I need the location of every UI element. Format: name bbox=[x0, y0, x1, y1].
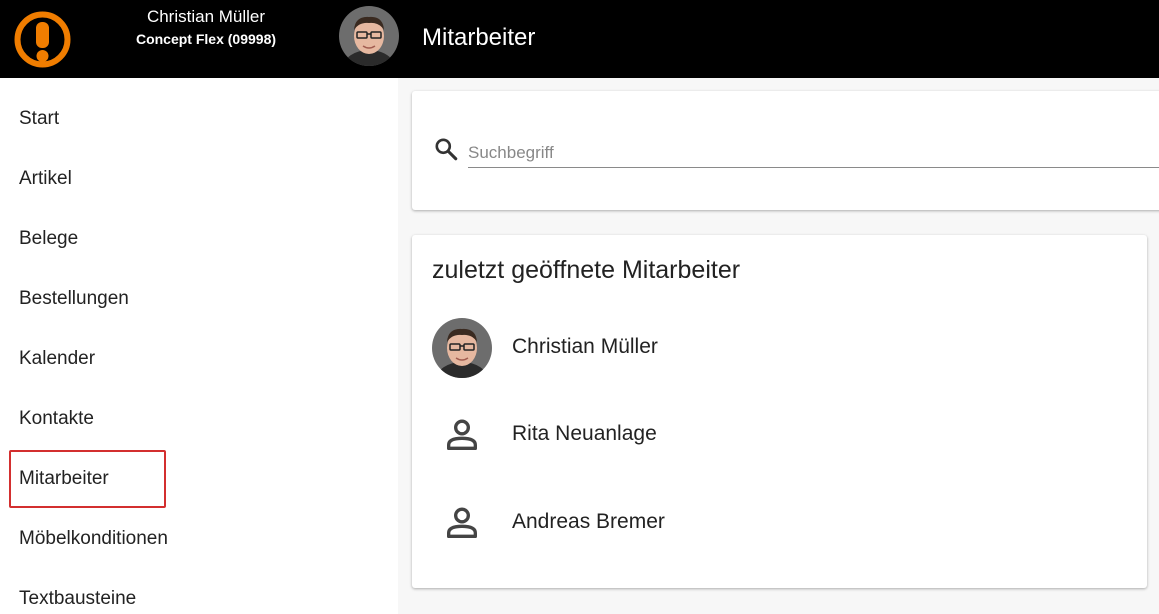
sidebar-item-mitarbeiter[interactable]: Mitarbeiter bbox=[19, 468, 109, 490]
avatar bbox=[432, 318, 492, 378]
search-icon bbox=[435, 138, 458, 161]
sidebar-item-kalender[interactable]: Kalender bbox=[19, 348, 95, 370]
employee-name: Christian Müller bbox=[512, 335, 658, 358]
app-header: Christian Müller Concept Flex (09998) Mi… bbox=[0, 0, 1159, 78]
user-company: Concept Flex (09998) bbox=[135, 31, 277, 47]
employee-name: Andreas Bremer bbox=[512, 510, 665, 533]
sidebar-nav: Start Artikel Belege Bestellungen Kalend… bbox=[0, 78, 398, 614]
list-item[interactable]: Rita Neuanlage bbox=[412, 395, 1147, 475]
sidebar-item-belege[interactable]: Belege bbox=[19, 228, 78, 250]
avatar[interactable] bbox=[339, 6, 399, 66]
sidebar-item-bestellungen[interactable]: Bestellungen bbox=[19, 288, 129, 310]
sidebar-item-artikel[interactable]: Artikel bbox=[19, 168, 72, 190]
person-icon bbox=[447, 507, 477, 538]
recent-title: zuletzt geöffnete Mitarbeiter bbox=[432, 256, 741, 284]
sidebar-item-start[interactable]: Start bbox=[19, 108, 59, 130]
sidebar-item-kontakte[interactable]: Kontakte bbox=[19, 408, 94, 430]
user-name: Christian Müller bbox=[146, 7, 266, 26]
search-card bbox=[412, 91, 1159, 210]
list-item[interactable]: Andreas Bremer bbox=[412, 483, 1147, 563]
employee-name: Rita Neuanlage bbox=[512, 422, 657, 445]
person-icon bbox=[447, 419, 477, 450]
page-title: Mitarbeiter bbox=[422, 24, 536, 51]
recent-employees-card: zuletzt geöffnete Mitarbeiter Christian … bbox=[412, 235, 1147, 588]
search-input[interactable] bbox=[468, 139, 1159, 168]
sidebar-item-moebelkonditionen[interactable]: Möbelkonditionen bbox=[19, 528, 168, 550]
sidebar-item-textbausteine[interactable]: Textbausteine bbox=[19, 588, 136, 610]
alert-logo-icon[interactable] bbox=[14, 11, 71, 68]
list-item[interactable]: Christian Müller bbox=[412, 308, 1147, 388]
